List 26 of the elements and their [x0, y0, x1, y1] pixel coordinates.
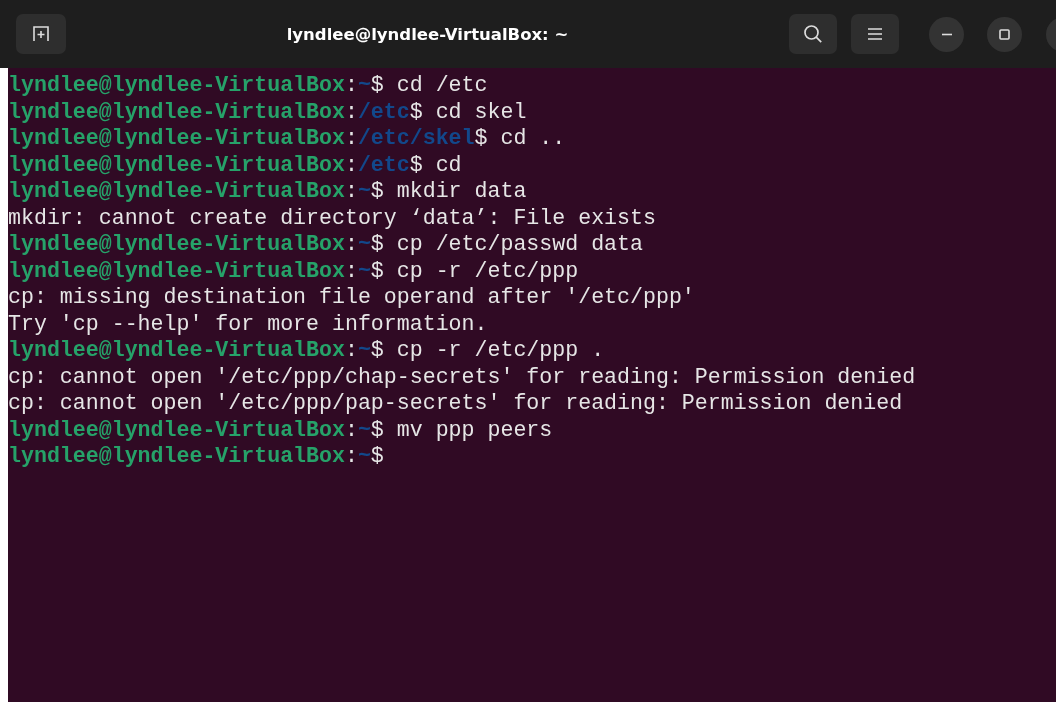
prompt-line: lyndlee@lyndlee-VirtualBox:~$ cd /etc [8, 72, 488, 99]
prompt-line: lyndlee@lyndlee-VirtualBox:/etc$ cd skel [8, 98, 527, 125]
menu-button[interactable] [851, 14, 899, 54]
prompt-line: lyndlee@lyndlee-VirtualBox:/etc$ cd [8, 151, 462, 178]
window-title: lyndlee@lyndlee-VirtualBox: ~ [285, 24, 570, 44]
search-icon [803, 24, 823, 44]
new-tab-icon [32, 25, 50, 43]
minimize-button[interactable] [929, 16, 964, 52]
prompt-line: lyndlee@lyndlee-VirtualBox:~$ cp -r /etc/ppp . [8, 337, 605, 364]
new-tab-button[interactable] [16, 14, 66, 54]
prompt-line: lyndlee@lyndlee-VirtualBox:~$ cp -r /etc/ppp [8, 257, 579, 284]
prompt-line: lyndlee@lyndlee-VirtualBox:~$ cp /etc/passwd data [8, 231, 643, 258]
output-line: mkdir: cannot create directory ‘data’: File exists [8, 204, 656, 231]
search-button[interactable] [789, 14, 837, 54]
maximize-icon [999, 28, 1010, 40]
minimize-icon [941, 32, 952, 36]
output-line: cp: cannot open '/etc/ppp/chap-secrets' for reading: Permission denied [8, 363, 916, 390]
output-line: Try 'cp --help' for more information. [8, 310, 488, 337]
prompt-line: lyndlee@lyndlee-VirtualBox:~$ mkdir data [8, 178, 527, 205]
output-line: cp: cannot open '/etc/ppp/pap-secrets' for reading: Permission denied [8, 390, 903, 417]
prompt-line: lyndlee@lyndlee-VirtualBox:~$ [8, 443, 384, 470]
menu-icon [867, 27, 883, 41]
output-line: cp: missing destination file operand after '/etc/ppp' [8, 284, 695, 311]
maximize-button[interactable] [987, 16, 1022, 52]
prompt-line: lyndlee@lyndlee-VirtualBox:/etc/skel$ cd .. [8, 125, 566, 152]
prompt-line: lyndlee@lyndlee-VirtualBox:~$ mv ppp peers [8, 416, 553, 443]
